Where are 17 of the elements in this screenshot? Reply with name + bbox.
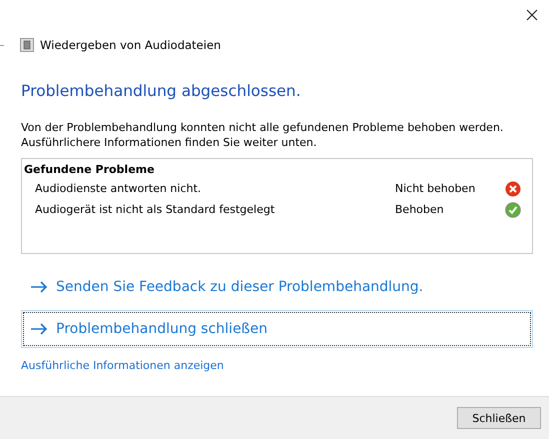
command-link[interactable]: Problembehandlung schließen bbox=[21, 310, 533, 348]
close-icon[interactable] bbox=[526, 9, 538, 21]
details-link[interactable]: Ausführliche Informationen anzeigen bbox=[21, 359, 224, 372]
arrow-icon bbox=[30, 281, 48, 293]
problem-status: Behoben bbox=[395, 203, 445, 216]
panel-title: Gefundene Probleme bbox=[24, 162, 156, 178]
arrow-icon bbox=[30, 323, 48, 335]
heading: Problembehandlung abgeschlossen. bbox=[21, 82, 302, 100]
troubleshooter-icon bbox=[20, 38, 34, 52]
command-link[interactable]: Senden Sie Feedback zu dieser Problembehandlung. bbox=[21, 270, 533, 304]
window-title: Wiedergeben von Audiodateien bbox=[40, 38, 221, 52]
description-text: Ausführlichere Informationen finden Sie weiter unten. bbox=[21, 135, 318, 150]
close-button[interactable]: Schließen bbox=[457, 407, 541, 429]
problem-status: Nicht behoben bbox=[395, 182, 476, 195]
description-text: Von der Problembehandlung konnten nicht alle gefundenen Probleme behoben werden. bbox=[21, 120, 504, 135]
problem-name: Audiodienste antworten nicht. bbox=[35, 182, 202, 195]
problem-name: Audiogerät ist nicht als Standard festgelegt bbox=[35, 203, 276, 216]
